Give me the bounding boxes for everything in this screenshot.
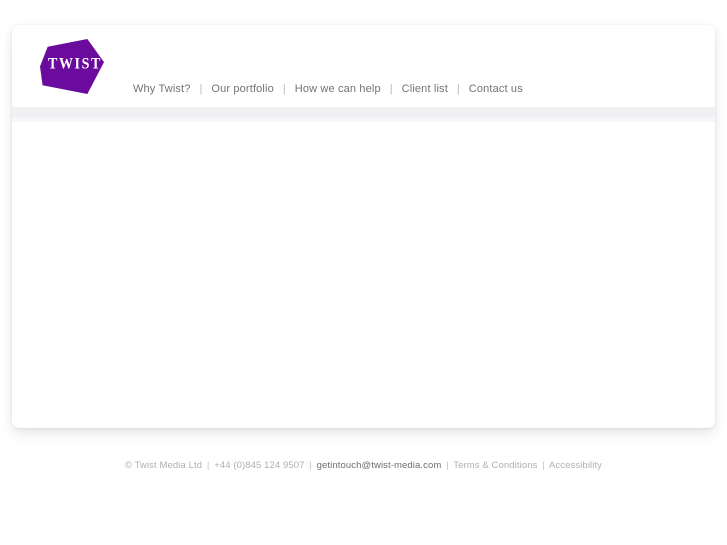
header-divider xyxy=(12,107,715,118)
site-footer: © Twist Media Ltd | +44 (0)845 124 9507 … xyxy=(0,455,727,473)
nav-item-our-portfolio[interactable]: Our portfolio xyxy=(211,82,273,96)
nav-item-contact-us[interactable]: Contact us xyxy=(469,82,523,96)
nav-separator: | xyxy=(456,83,460,95)
footer-copyright: © Twist Media Ltd xyxy=(124,460,203,471)
footer-separator: | xyxy=(309,460,312,471)
footer-accessibility-link[interactable]: Accessibility xyxy=(549,460,602,471)
main-content-panel xyxy=(12,122,715,428)
site-header: TWIST Why Twist? | Our portfolio | How w… xyxy=(12,25,715,107)
site-card: TWIST Why Twist? | Our portfolio | How w… xyxy=(12,25,715,428)
nav-separator: | xyxy=(199,83,203,95)
logo-link[interactable]: TWIST xyxy=(40,39,104,94)
footer-phone: +44 (0)845 124 9507 xyxy=(214,460,305,471)
footer-line: © Twist Media Ltd | +44 (0)845 124 9507 … xyxy=(125,459,602,473)
footer-separator: | xyxy=(206,460,210,471)
footer-separator: | xyxy=(542,460,545,471)
nav-item-how-we-can-help[interactable]: How we can help xyxy=(295,82,381,96)
nav-separator: | xyxy=(389,83,393,95)
nav-item-why-twist[interactable]: Why Twist? xyxy=(133,82,191,96)
twist-pennant-logo-icon xyxy=(40,39,104,94)
main-nav: Why Twist? | Our portfolio | How we can … xyxy=(133,82,523,96)
page-root: TWIST Why Twist? | Our portfolio | How w… xyxy=(0,0,727,545)
footer-email-link[interactable]: getintouch@twist-media.com xyxy=(317,460,442,471)
footer-separator: | xyxy=(446,460,449,471)
nav-item-client-list[interactable]: Client list xyxy=(402,82,448,96)
footer-terms-link[interactable]: Terms & Conditions xyxy=(453,460,537,471)
nav-separator: | xyxy=(282,83,286,95)
